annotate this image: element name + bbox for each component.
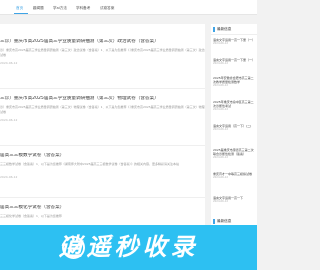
list-item: 届高三三模化学试卷（含答案） 三三模化学试卷（含答案）1．以下是为您推荐 [0,205,205,225]
nav-item-exam-prep[interactable]: 学科备考 [76,4,90,12]
sidebar-item[interactable]: 语言文字运用（高一下）(二) 2024-06-12 [213,124,255,132]
nav-item-ai[interactable]: 学ai方法 [53,4,67,12]
sidebar-item[interactable]: 2025年安徽省合肥市高三第二次教学质量检测数学 2024-06-12 [213,76,255,88]
brand-banner[interactable]: 逍遥秒收录 [0,225,257,270]
article-title[interactable]: 届高三三模数学试卷（含答案） [0,153,205,159]
sidebar-item[interactable]: 语言文字运用一高一下册（一） 2024-06-12 [213,38,255,46]
sidebar-item-date: 2024-06-12 [213,156,229,160]
sidebar-item-date: 2024-06-12 [213,62,229,66]
list-item: 届高三三模数学试卷（含答案） 三三模数学试卷（含答案）1．以下是为您推荐《湖南师… [0,153,205,198]
article-date: 2024-06-12 [0,118,18,122]
nav-item-home[interactable]: 首页 [16,4,23,12]
sidebar-item-date: 2024-06-12 [213,108,229,112]
sidebar-item-date: 2024-06-12 [213,84,229,88]
article-title[interactable]: 三诊）重庆市高2025届高三学业质量调研抽测（第三次）政治试卷（含答案） [0,39,205,45]
sidebar-item-date: 2024-06-12 [213,200,229,204]
sidebar-header: 最新信息 [211,24,257,35]
sidebar-item[interactable]: 2025届重庆市康德高三第二次联合诊断性检测（答案） 2024-06-12 [213,148,255,160]
sidebar-accent-bar [213,27,215,32]
nav-item-fun[interactable]: 趣闻题 [33,4,44,12]
article-date: 2024-06-12 [0,61,18,65]
nav-item-answers[interactable]: 试卷答案 [100,4,114,12]
sidebar-title: 最新信息 [217,219,232,223]
article-summary: 三三模数学试卷（含答案）1．以下是为您推荐《湖南师大附中2025届高三三模数学试… [0,162,180,166]
article-summary: 诊）重庆市高2025届高三学业质量调研抽测（第三次）物理试卷（含答案）1．以下是… [0,105,205,114]
brand-text: 逍遥秒收录 [58,233,199,261]
sidebar-item[interactable]: 语言文字运用一高一下 2024-06-12 [213,196,255,204]
sidebar-title: 最新信息 [217,27,232,31]
article-summary: 诊）重庆市高2025届高三学业质量调研抽测（第三次）政治试卷（含答案）1．以下是… [0,48,205,57]
article-date: 2024-06-12 [0,175,18,179]
top-nav: 首页 趣闻题 学ai方法 学科备考 试卷答案 [0,0,257,15]
article-summary: 三三模化学试卷（含答案）1．以下是为您推荐 [0,214,62,218]
sidebar-item-date: 2024-06-12 [213,42,229,46]
article-title[interactable]: 三诊）重庆市高2025届高三学业质量调研抽测（第三次）物理试卷（含答案） [0,96,205,102]
sidebar-item[interactable]: 重庆育才一中等高三模拟试卷 2024-06-12 [213,172,255,180]
sidebar-item-date: 2024-06-12 [213,176,229,180]
list-item: 三诊）重庆市高2025届高三学业质量调研抽测（第三次）政治试卷（含答案） 诊）重… [0,39,205,89]
sidebar-accent-bar [213,219,215,224]
article-title[interactable]: 届高三三模化学试卷（含答案） [0,205,205,211]
sidebar-item[interactable]: 2025年重庆市渝中区高三第二次诊断性考试 2024-06-12 [213,100,255,112]
list-item: 三诊）重庆市高2025届高三学业质量调研抽测（第三次）物理试卷（含答案） 诊）重… [0,96,205,146]
active-nav-underline [14,13,28,15]
sidebar-item[interactable]: 语言文字运用一高一下册（一） 2024-06-12 [213,58,255,66]
sidebar-item-date: 2024-06-12 [213,128,229,132]
